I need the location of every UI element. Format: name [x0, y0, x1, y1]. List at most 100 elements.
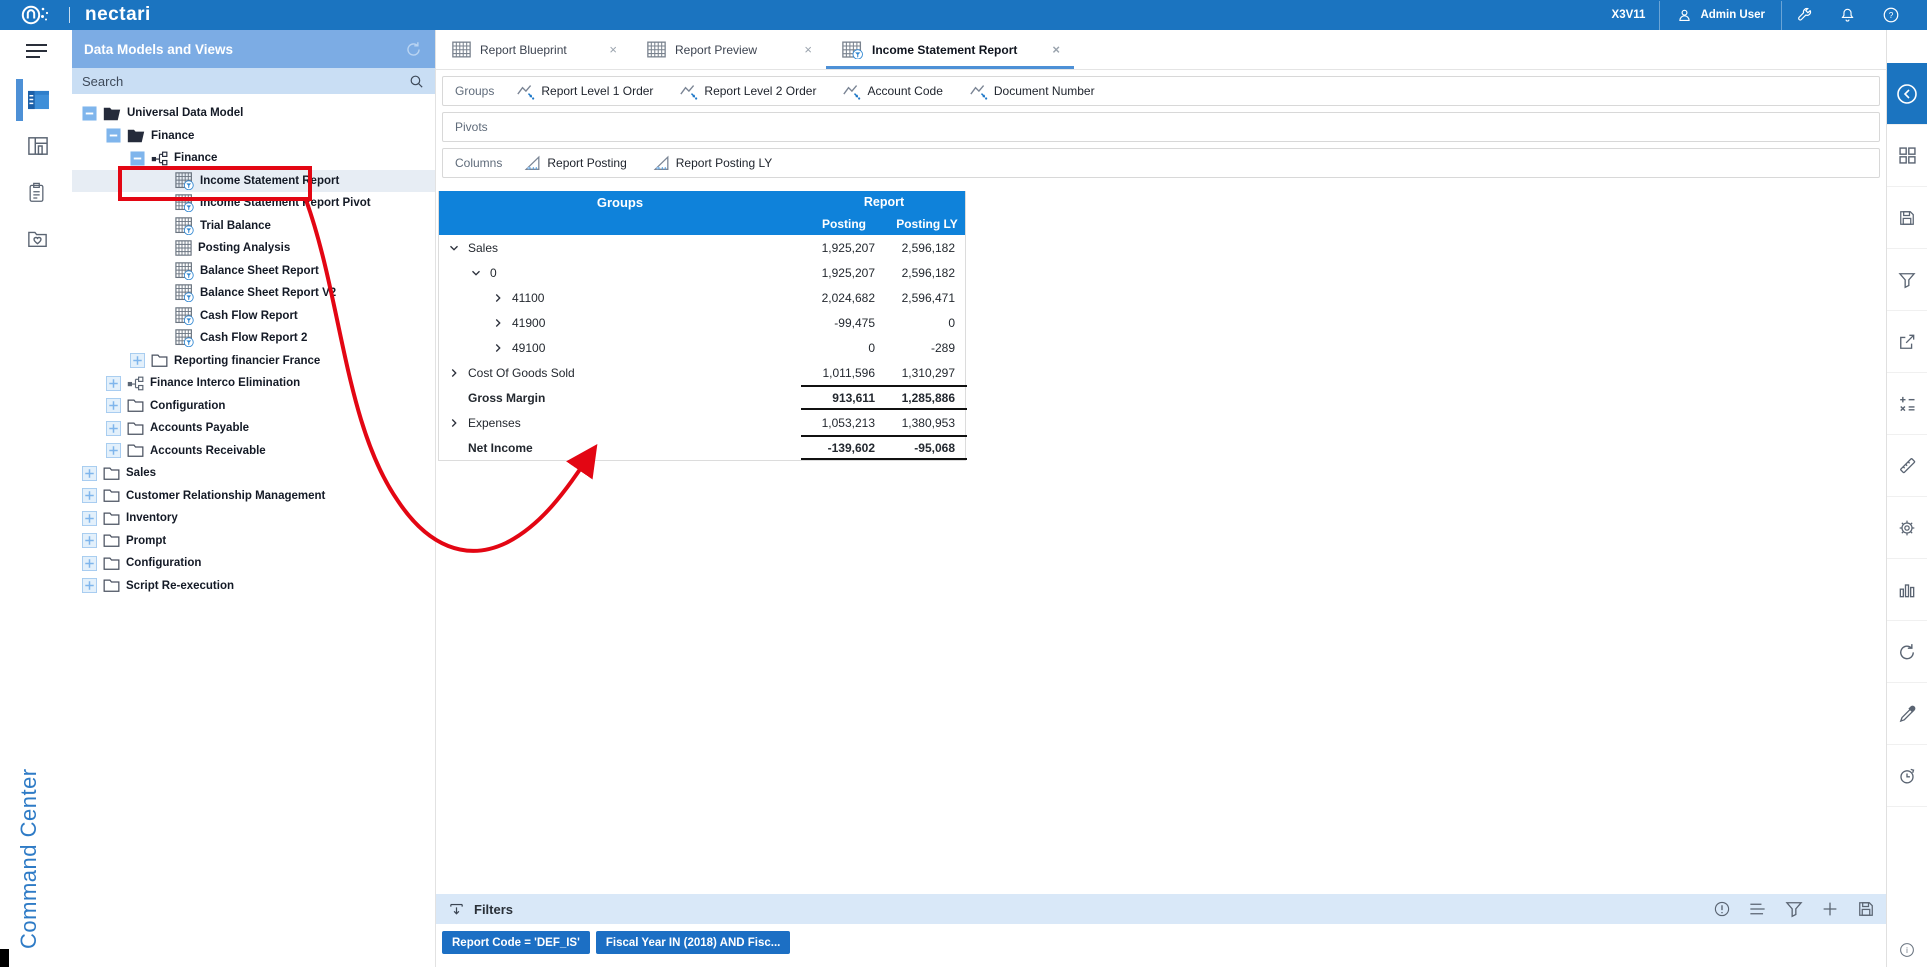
folder-icon — [103, 488, 120, 503]
right-rail-item-clock-arrow[interactable] — [1887, 745, 1927, 807]
field-chip-report-posting-ly[interactable]: Report Posting LY — [653, 155, 773, 171]
user-menu[interactable]: Admin User — [1660, 7, 1781, 24]
filter-chip[interactable]: Report Code = 'DEF_IS' — [442, 931, 590, 954]
rail-item-folder-heart[interactable] — [0, 215, 72, 261]
chevron-right-icon[interactable] — [492, 342, 504, 354]
right-rail-item-calc[interactable] — [1887, 373, 1927, 435]
field-chip-account-code[interactable]: Account Code — [842, 83, 942, 100]
search-input[interactable] — [82, 74, 408, 89]
chevron-right-icon[interactable] — [448, 367, 460, 379]
tree-item-universal-data-model[interactable]: Universal Data Model — [72, 102, 435, 125]
right-rail-item-ruler[interactable] — [1887, 435, 1927, 497]
right-rail-item-funnel[interactable] — [1887, 249, 1927, 311]
chevron-down-icon[interactable] — [448, 242, 460, 254]
collapse-node-icon[interactable] — [82, 106, 97, 121]
expand-node-icon[interactable] — [82, 511, 97, 526]
field-chip-report-level-1-order[interactable]: Report Level 1 Order — [516, 83, 653, 100]
tree-item-balance-sheet-report-v2[interactable]: Balance Sheet Report V2 — [72, 282, 435, 305]
tree-item-finance[interactable]: Finance — [72, 125, 435, 148]
folder-icon — [103, 511, 120, 526]
list-icon[interactable] — [1748, 901, 1767, 917]
funnel-icon[interactable] — [1784, 899, 1804, 919]
help-icon[interactable]: ? — [1869, 6, 1913, 24]
tree-item-configuration[interactable]: Configuration — [72, 395, 435, 418]
tree-item-inventory[interactable]: Inventory — [72, 507, 435, 530]
rail-item-clipboard[interactable] — [0, 169, 72, 215]
columns-bar: Columns Report PostingReport Posting LY — [442, 148, 1880, 178]
wrench-icon[interactable] — [1782, 6, 1826, 24]
tree-item-accounts-receivable[interactable]: Accounts Receivable — [72, 440, 435, 463]
info-icon[interactable]: i — [1887, 941, 1927, 959]
expand-node-icon[interactable] — [82, 488, 97, 503]
field-chip-report-level-2-order[interactable]: Report Level 2 Order — [679, 83, 816, 100]
right-rail-item-share-out[interactable] — [1887, 311, 1927, 373]
tree-item-label: Cash Flow Report 2 — [200, 332, 307, 344]
tree-item-finance-interco-elimination[interactable]: Finance Interco Elimination — [72, 372, 435, 395]
expand-node-icon[interactable] — [82, 578, 97, 593]
plus-icon[interactable] — [1821, 900, 1839, 918]
close-icon[interactable]: × — [609, 42, 617, 57]
row-label: Net Income — [468, 441, 533, 455]
tree-item-label: Income Statement Report Pivot — [200, 197, 371, 209]
tree-item-balance-sheet-report[interactable]: Balance Sheet Report — [72, 260, 435, 283]
expand-node-icon[interactable] — [106, 443, 121, 458]
right-rail-item-dropper[interactable] — [1887, 683, 1927, 745]
expand-node-icon[interactable] — [82, 533, 97, 548]
collapse-node-icon[interactable] — [130, 151, 145, 166]
menu-icon[interactable] — [26, 43, 47, 59]
chevron-right-icon[interactable] — [492, 317, 504, 329]
tab-report-blueprint[interactable]: Report Blueprint× — [436, 30, 631, 69]
tree-item-income-statement-report-pivot[interactable]: Income Statement Report Pivot — [72, 192, 435, 215]
gear-icon — [1897, 518, 1917, 538]
tree-item-posting-analysis[interactable]: Posting Analysis — [72, 237, 435, 260]
expand-node-icon[interactable] — [82, 466, 97, 481]
tree-item-cash-flow-report-2[interactable]: Cash Flow Report 2 — [72, 327, 435, 350]
search-icon[interactable] — [408, 73, 425, 90]
tree-item-prompt[interactable]: Prompt — [72, 530, 435, 553]
field-chip-label: Report Posting — [547, 156, 626, 170]
expand-node-icon[interactable] — [106, 398, 121, 413]
tree-item-sales[interactable]: Sales — [72, 462, 435, 485]
rail-item-data-models[interactable] — [0, 77, 72, 123]
filter-chip[interactable]: Fiscal Year IN (2018) AND Fisc... — [596, 931, 791, 954]
collapse-node-icon[interactable] — [106, 128, 121, 143]
expand-node-icon[interactable] — [82, 556, 97, 571]
tree-item-trial-balance[interactable]: Trial Balance — [72, 215, 435, 238]
close-icon[interactable]: × — [1052, 42, 1060, 57]
tree-item-reporting-financier-france[interactable]: Reporting financier France — [72, 350, 435, 373]
bell-icon[interactable] — [1826, 6, 1869, 24]
rail-item-layout[interactable] — [0, 123, 72, 169]
expand-node-icon[interactable] — [106, 421, 121, 436]
expand-node-icon[interactable] — [130, 353, 145, 368]
tree-item-income-statement-report[interactable]: Income Statement Report — [72, 170, 435, 193]
tab-income-statement-report[interactable]: Income Statement Report× — [826, 30, 1074, 69]
close-icon[interactable]: × — [804, 42, 812, 57]
expand-node-icon[interactable] — [106, 376, 121, 391]
chevron-right-icon[interactable] — [492, 292, 504, 304]
field-chip-report-posting[interactable]: Report Posting — [524, 155, 626, 171]
posting-ly-value: 0 — [887, 310, 967, 335]
tab-report-preview[interactable]: Report Preview× — [631, 30, 826, 69]
tree-item-accounts-payable[interactable]: Accounts Payable — [72, 417, 435, 440]
chevron-down-icon[interactable] — [470, 267, 482, 279]
right-rail-item-gear[interactable] — [1887, 497, 1927, 559]
refresh-icon[interactable] — [404, 40, 423, 59]
floppy-icon[interactable] — [1856, 899, 1876, 919]
row-label: 41900 — [512, 316, 545, 330]
right-rail-item-collapse-circle[interactable] — [1887, 63, 1927, 125]
tree-item-configuration[interactable]: Configuration — [72, 552, 435, 575]
tree-item-finance[interactable]: Finance — [72, 147, 435, 170]
right-rail-item-floppy[interactable] — [1887, 187, 1927, 249]
right-rail-item-refresh[interactable] — [1887, 621, 1927, 683]
right-rail-item-grid4[interactable] — [1887, 125, 1927, 187]
chip-measure-icon — [524, 155, 541, 171]
tree-item-customer-relationship-management[interactable]: Customer Relationship Management — [72, 485, 435, 508]
chevron-right-icon[interactable] — [448, 417, 460, 429]
right-rail-item-bar-chart[interactable] — [1887, 559, 1927, 621]
field-chip-document-number[interactable]: Document Number — [969, 83, 1095, 100]
tree-item-script-re-execution[interactable]: Script Re-execution — [72, 575, 435, 598]
info-excl-icon[interactable] — [1713, 900, 1731, 918]
pivot-table-header: Groups Report Posting Posting LY — [439, 191, 965, 235]
tree-item-cash-flow-report[interactable]: Cash Flow Report — [72, 305, 435, 328]
view-filter-icon — [175, 194, 194, 212]
